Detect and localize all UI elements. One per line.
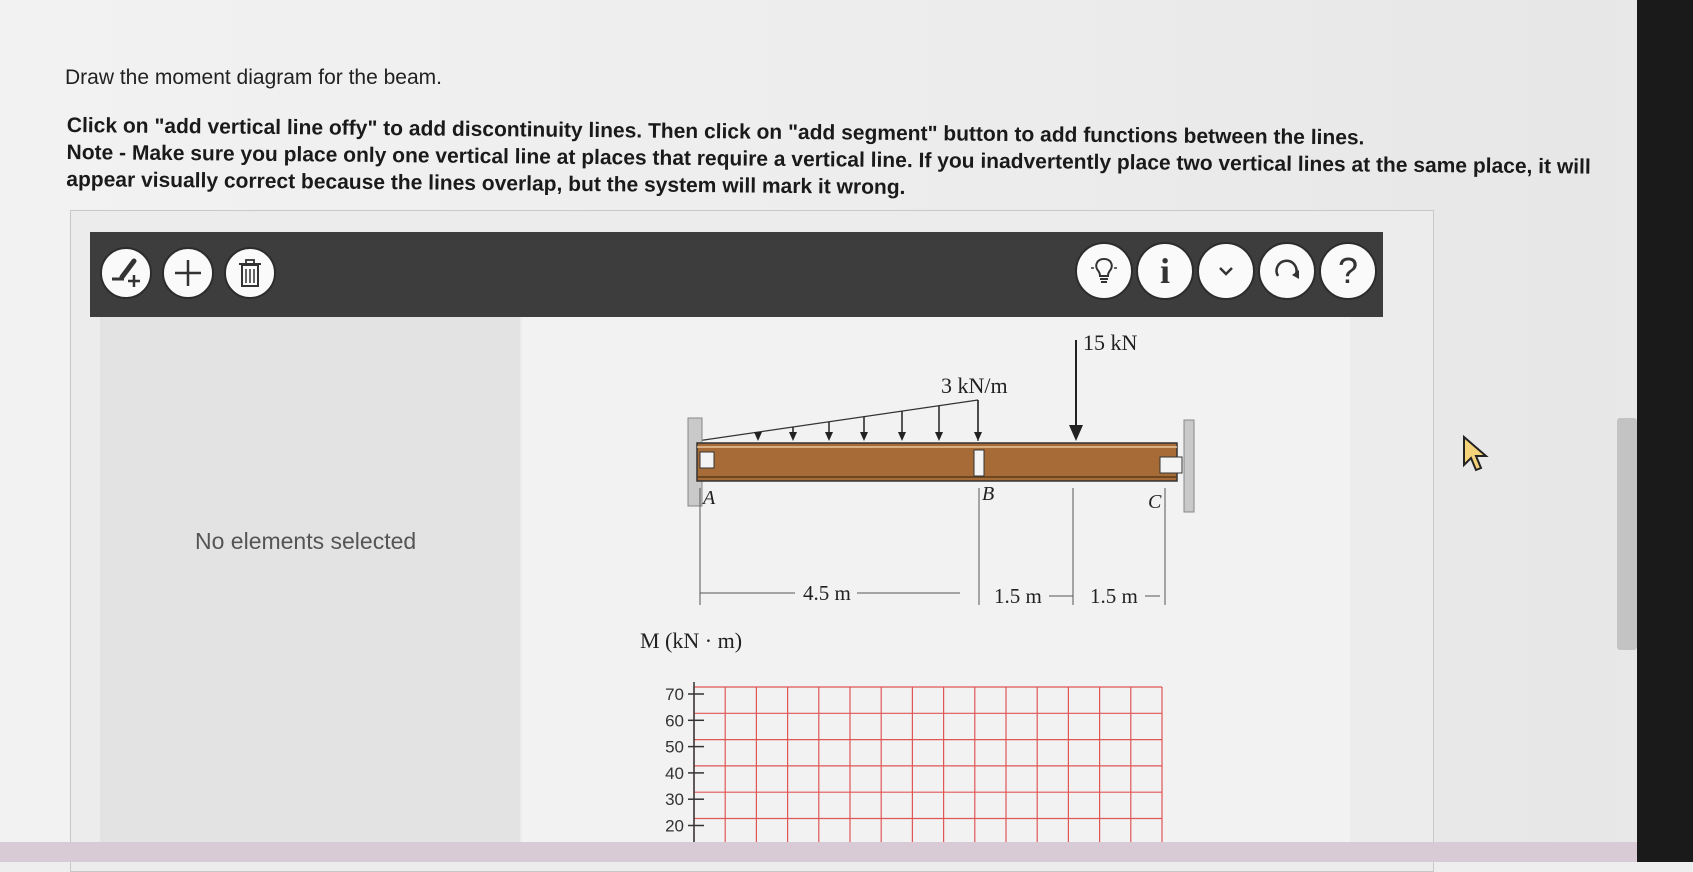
dim-b-load-label: 1.5 m <box>994 584 1042 608</box>
y-tick-label: 60 <box>665 711 684 730</box>
load-arrows <box>754 400 982 441</box>
moment-grid[interactable] <box>693 686 1163 862</box>
label-b: B <box>982 483 994 505</box>
point-load-label: 15 kN <box>1083 330 1138 355</box>
moment-axis: 70605040302010 <box>665 682 704 862</box>
wall-c <box>1183 419 1195 513</box>
dim-ab-label: 4.5 m <box>803 581 851 605</box>
load-arrow <box>754 432 762 441</box>
support-a <box>699 451 715 469</box>
beam-diagram: 3 kN/m 15 kN A B C 4.5 m 1.5 m 1.5 m M (… <box>640 330 1195 862</box>
taskbar-strip <box>0 842 1637 862</box>
monitor-bezel <box>1637 0 1693 862</box>
label-c: C <box>1148 491 1162 513</box>
y-tick-label: 50 <box>665 738 684 757</box>
support-c <box>1159 456 1183 474</box>
y-tick-label: 40 <box>665 764 684 783</box>
load-arrow <box>825 421 833 441</box>
load-arrow <box>860 416 868 441</box>
scrollbar-thumb[interactable] <box>1617 418 1637 650</box>
distributed-load-label: 3 kN/m <box>941 373 1008 398</box>
label-a: A <box>701 487 716 509</box>
beam-body <box>696 442 1178 482</box>
y-tick-label: 30 <box>665 790 684 809</box>
y-tick-label: 20 <box>665 817 684 836</box>
load-arrow <box>935 405 943 441</box>
y-tick-label: 70 <box>665 685 684 704</box>
hinge-b <box>973 449 985 477</box>
distributed-load <box>696 399 982 442</box>
load-arrow <box>974 400 982 441</box>
point-load-arrowhead <box>1069 425 1083 441</box>
moment-axis-label: M (kN · m) <box>640 628 742 653</box>
dim-load-c-label: 1.5 m <box>1090 584 1138 608</box>
load-arrow <box>789 426 797 441</box>
load-arrow <box>898 411 906 441</box>
mouse-cursor-icon <box>1463 435 1489 472</box>
